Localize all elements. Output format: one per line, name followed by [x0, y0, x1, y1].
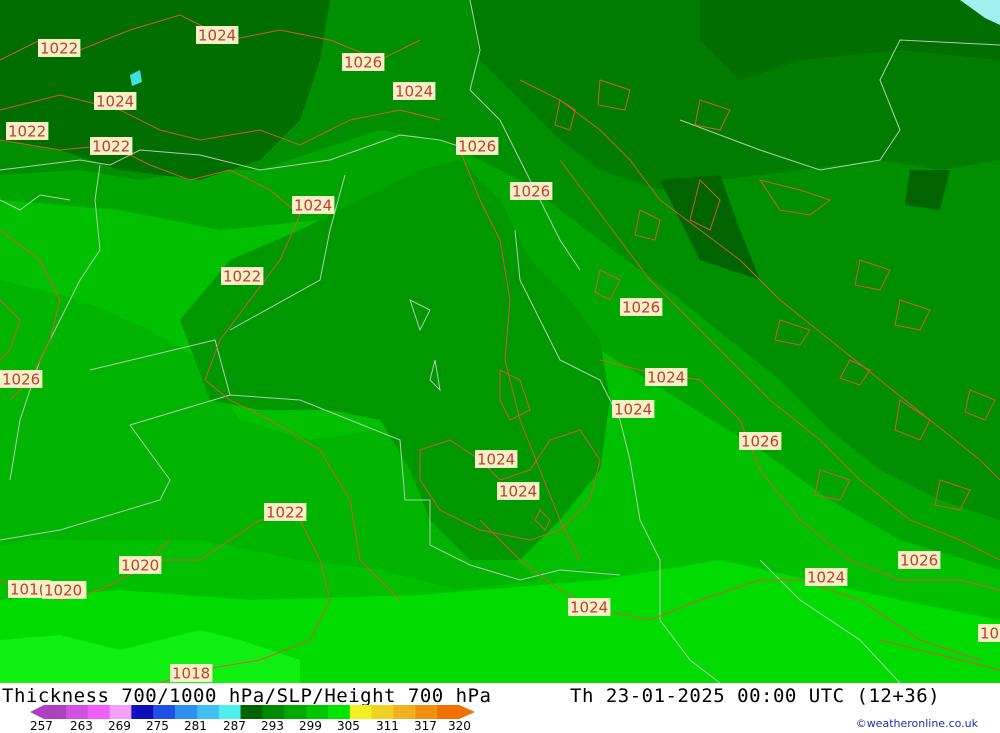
legend-tick-label: 299 [299, 719, 322, 733]
legend-swatch [218, 705, 242, 719]
isobar-label-text: 1018 [172, 665, 210, 683]
isobar-label: 1022 [221, 267, 264, 286]
isobar-label: 1024 [292, 196, 335, 215]
legend-swatch [327, 705, 351, 719]
isobar-label: 1022 [264, 503, 307, 522]
legend-tick-label: 293 [261, 719, 284, 733]
isobar-label: 1026 [456, 137, 499, 156]
isobar-label-text: 1026 [2, 371, 40, 389]
legend-tick-label: 305 [337, 719, 360, 733]
map-footer: Thickness 700/1000 hPa/SLP/Height 700 hP… [0, 683, 1000, 733]
isobar-label-text: 1024 [570, 599, 608, 617]
legend-arrow-right [459, 705, 475, 719]
legend-swatch [240, 705, 263, 719]
isobar-label: 1024 [475, 450, 518, 469]
legend-tick-label: 287 [223, 719, 246, 733]
credit-text: ©weatheronline.co.uk [855, 717, 978, 730]
legend-swatch [393, 705, 416, 719]
isobar-label: 1022 [38, 39, 81, 58]
isobar-label: 1024 [393, 82, 436, 101]
isobar-label: 1018 [170, 664, 213, 683]
legend-swatch [131, 705, 154, 719]
isobar-label-text: 1026 [458, 138, 496, 156]
legend-tick-label: 269 [108, 719, 131, 733]
isobar-label-text: 1024 [647, 369, 685, 387]
legend-tick-label: 320 [448, 719, 471, 733]
legend-swatch [262, 705, 285, 719]
legend-swatch [44, 705, 67, 719]
legend-tick-label: 263 [70, 719, 93, 733]
legend-tick-label: 275 [146, 719, 169, 733]
isobar-label-text: 1024 [395, 83, 433, 101]
isobar-label: 1026 [0, 370, 43, 389]
legend-swatch [196, 705, 220, 719]
isobar-label: 1024 [196, 26, 239, 45]
isobar-label-text: 1024 [614, 401, 652, 419]
isobar-label-text: 1022 [8, 123, 46, 141]
isobar-label-text: 1026 [344, 54, 382, 72]
legend-swatch [284, 705, 307, 719]
legend-swatch [437, 705, 460, 719]
legend-swatch [87, 705, 111, 719]
legend-swatch [371, 705, 394, 719]
isobar-label-text: 1024 [96, 93, 134, 111]
legend-swatch [109, 705, 132, 719]
isobar-label-text: 1026 [622, 299, 660, 317]
isobar-label-text: 101( [10, 581, 44, 599]
isobar-label-text: 1022 [92, 138, 130, 156]
isobar-label-text: 1024 [198, 27, 236, 45]
isobar-label-text: 10 [980, 625, 999, 643]
isobar-label: 1024 [497, 482, 540, 501]
legend-ticks: 257 263 269 275 281 287 293 299 305 311 317 320 [30, 719, 500, 733]
legend-swatch [153, 705, 176, 719]
isobar-label-text: 1022 [223, 268, 261, 286]
legend-swatch [65, 705, 89, 719]
isobar-label: 1022 [6, 122, 49, 141]
isobar-label: 1026 [898, 551, 941, 570]
isobar-label: 1024 [94, 92, 137, 111]
legend-tick-label: 317 [414, 719, 437, 733]
isobar-label: 1022 [90, 137, 133, 156]
isobar-label: 1020 [119, 556, 162, 575]
isobar-label-text: 1024 [477, 451, 515, 469]
map-datetime: Th 23-01-2025 00:00 UTC (12+36) [570, 685, 941, 707]
isobar-label-text: 1022 [40, 40, 78, 58]
isobar-label-text: 1020 [44, 582, 82, 600]
color-legend [30, 705, 475, 719]
legend-swatch [175, 705, 198, 719]
isobar-label: 1026 [739, 432, 782, 451]
isobar-label: 1026 [620, 298, 663, 317]
legend-arrow-left [30, 705, 44, 719]
legend-tick-label: 281 [184, 719, 207, 733]
isobar-label: 1026 [342, 53, 385, 72]
isobar-label: 1026 [510, 182, 553, 201]
isobar-label-text: 1022 [266, 504, 304, 522]
isobar-label-text: 1026 [512, 183, 550, 201]
isobar-label-text: 1026 [900, 552, 938, 570]
isobar-label: 1024 [612, 400, 655, 419]
weather-map: 1022 1024 1026 1024 1024 1022 1022 1026 1024 1026… [0, 0, 1000, 683]
isobar-label-text: 1024 [294, 197, 332, 215]
isobar-label-text: 1026 [741, 433, 779, 451]
isobar-label: 1024 [805, 568, 848, 587]
isobar-label: 10 [978, 624, 1000, 643]
legend-tick-label: 311 [376, 719, 399, 733]
isobar-label-text: 1024 [499, 483, 537, 501]
isobar-label: 1020 [42, 581, 85, 600]
legend-tick-label: 257 [30, 719, 53, 733]
isobar-label: 1024 [568, 598, 611, 617]
map-title: Thickness 700/1000 hPa/SLP/Height 700 hP… [2, 685, 492, 707]
legend-swatch [349, 705, 373, 719]
legend-swatch [306, 705, 329, 719]
isobar-label: 1024 [645, 368, 688, 387]
isobar-label-text: 1020 [121, 557, 159, 575]
legend-swatch [415, 705, 438, 719]
isobar-label-text: 1024 [807, 569, 845, 587]
